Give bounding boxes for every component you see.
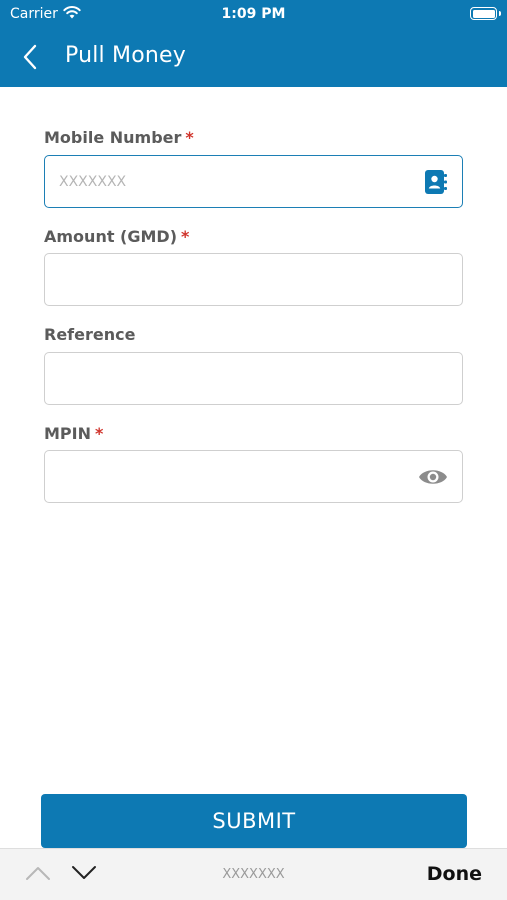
back-chevron-icon[interactable] bbox=[18, 42, 44, 72]
mobile-number-label-text: Mobile Number bbox=[44, 128, 182, 147]
required-mark: * bbox=[181, 227, 190, 246]
page-title: Pull Money bbox=[65, 43, 186, 68]
reference-input[interactable] bbox=[59, 353, 399, 404]
reference-label-text: Reference bbox=[44, 325, 136, 344]
eye-icon[interactable] bbox=[418, 467, 448, 487]
done-button[interactable]: Done bbox=[427, 863, 482, 885]
amount-label: Amount (GMD) * bbox=[44, 227, 189, 246]
top-bar: Carrier 1:09 PM Pull Money bbox=[0, 0, 507, 87]
reference-field[interactable] bbox=[44, 352, 463, 405]
contact-book-icon[interactable] bbox=[424, 169, 448, 195]
mobile-number-label: Mobile Number * bbox=[44, 128, 194, 147]
amount-input[interactable] bbox=[59, 254, 399, 305]
mobile-number-input[interactable] bbox=[59, 156, 399, 207]
required-mark: * bbox=[95, 424, 104, 443]
amount-field[interactable] bbox=[44, 253, 463, 306]
keyboard-toolbar: XXXXXXX Done bbox=[0, 848, 507, 900]
mpin-input[interactable] bbox=[59, 451, 399, 502]
status-time: 1:09 PM bbox=[221, 6, 286, 22]
submit-button[interactable]: SUBMIT bbox=[41, 794, 467, 848]
required-mark: * bbox=[185, 128, 194, 147]
battery-icon bbox=[470, 7, 501, 20]
reference-label: Reference bbox=[44, 325, 135, 344]
mpin-label-text: MPIN bbox=[44, 424, 91, 443]
amount-label-text: Amount (GMD) bbox=[44, 227, 178, 246]
mpin-field[interactable] bbox=[44, 450, 463, 503]
mobile-number-field[interactable] bbox=[44, 155, 463, 208]
status-bar: Carrier 1:09 PM bbox=[0, 0, 507, 28]
nav-bar: Pull Money bbox=[0, 28, 507, 87]
mpin-label: MPIN * bbox=[44, 424, 103, 443]
